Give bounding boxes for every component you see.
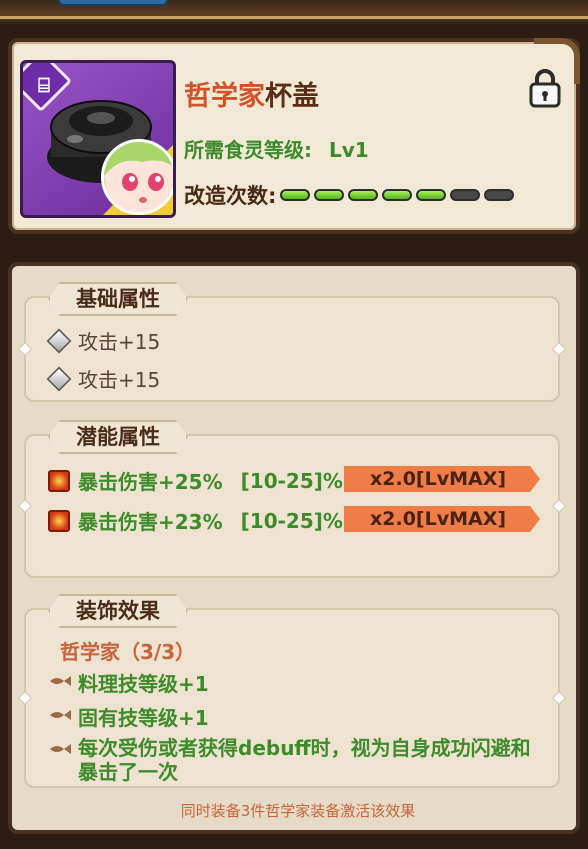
fish-bullet-icon xyxy=(50,744,71,754)
decor-effect-title: 装饰效果 xyxy=(48,594,188,628)
divider-ornament xyxy=(551,690,567,706)
divider-ornament xyxy=(17,498,33,514)
decor-effect-row: 料理技等级+1 xyxy=(48,668,209,697)
lock-icon[interactable] xyxy=(528,68,562,108)
basic-stat-row: 攻击+15 xyxy=(46,326,161,355)
divider xyxy=(0,16,588,19)
ruby-icon xyxy=(48,469,70,492)
potential-stat-text: 暴击伤害+25% xyxy=(78,470,223,494)
modify-count: 改造次数: xyxy=(184,180,515,210)
girl-face-icon xyxy=(104,142,173,212)
required-level-label: 所需食灵等级: xyxy=(184,138,312,162)
item-icon-frame[interactable]: ⌸ xyxy=(20,60,176,218)
potential-stat-range: [10-25]% xyxy=(240,508,343,533)
divider-ornament xyxy=(17,341,33,357)
top-banner xyxy=(0,0,588,24)
basic-stat-text: 攻击+15 xyxy=(78,368,161,392)
potential-attributes-section: 潜能属性 暴击伤害+25% [10-25]% x2.0[LvMAX] 暴击伤害+… xyxy=(17,434,567,578)
required-level-value: Lv1 xyxy=(328,138,369,162)
ruby-icon xyxy=(48,509,70,532)
character-portrait xyxy=(101,139,173,215)
basic-stat-row: 攻击+15 xyxy=(46,364,161,393)
top-tab[interactable] xyxy=(58,0,168,6)
item-name: 哲学家杯盖 xyxy=(184,74,319,113)
progress-pip-empty xyxy=(484,189,515,201)
progress-pip-filled xyxy=(416,189,447,201)
basic-stat-text: 攻击+15 xyxy=(78,330,161,354)
fish-bullet-icon xyxy=(50,710,71,720)
potential-stat-row: 暴击伤害+23% [10-25]% xyxy=(48,506,343,535)
modify-count-label: 改造次数: xyxy=(184,184,277,208)
progress-pip-filled xyxy=(382,189,413,201)
gem-icon xyxy=(46,366,72,391)
progress-pip-filled xyxy=(280,189,311,201)
progress-pip-filled xyxy=(348,189,379,201)
basic-attributes-title: 基础属性 xyxy=(48,282,188,316)
basic-attributes-section: 基础属性 攻击+15 攻击+15 xyxy=(17,296,567,402)
spatula-icon: ⌸ xyxy=(38,73,50,97)
decor-effect-row: 每次受伤或者获得debuff时，视为自身成功闪避和暴击了一次 xyxy=(48,736,538,784)
decor-effect-row: 固有技等级+1 xyxy=(48,702,209,731)
decor-effect-text: 料理技等级+1 xyxy=(78,672,209,696)
attributes-panel: 基础属性 攻击+15 攻击+15 潜能属性 暴击伤害+25% [10-25]% … xyxy=(8,262,580,834)
set-activation-note: 同时装备3件哲学家装备激活该效果 xyxy=(180,802,416,820)
item-name-prefix: 哲学家 xyxy=(184,81,265,112)
potential-stat-row: 暴击伤害+25% [10-25]% xyxy=(48,466,343,495)
divider-ornament xyxy=(551,341,567,357)
progress-pip-filled xyxy=(314,189,345,201)
equipment-header-card: ⌸ 哲学家杯盖 所需食灵等级: Lv1 改造次数: xyxy=(8,38,580,234)
fish-bullet-icon xyxy=(50,676,71,686)
max-level-tag: x2.0[LvMAX] xyxy=(344,466,540,492)
decor-effect-text: 固有技等级+1 xyxy=(78,706,209,730)
set-name: 哲学家（3/3） xyxy=(60,640,196,664)
potential-attributes-title: 潜能属性 xyxy=(48,420,188,454)
decor-effect-section: 装饰效果 哲学家（3/3） 料理技等级+1 固有技等级+1 每次受伤或者获得de… xyxy=(17,608,567,788)
modify-progress-pips xyxy=(280,189,515,201)
divider-ornament xyxy=(17,690,33,706)
divider-ornament xyxy=(551,498,567,514)
potential-stat-range: [10-25]% xyxy=(240,468,343,493)
progress-pip-empty xyxy=(450,189,481,201)
item-name-suffix: 杯盖 xyxy=(265,81,319,112)
required-level: 所需食灵等级: Lv1 xyxy=(184,134,369,163)
potential-stat-text: 暴击伤害+23% xyxy=(78,510,223,534)
max-level-tag: x2.0[LvMAX] xyxy=(344,506,540,532)
decor-effect-text: 每次受伤或者获得debuff时，视为自身成功闪避和暴击了一次 xyxy=(78,736,531,784)
gem-icon xyxy=(46,328,72,353)
